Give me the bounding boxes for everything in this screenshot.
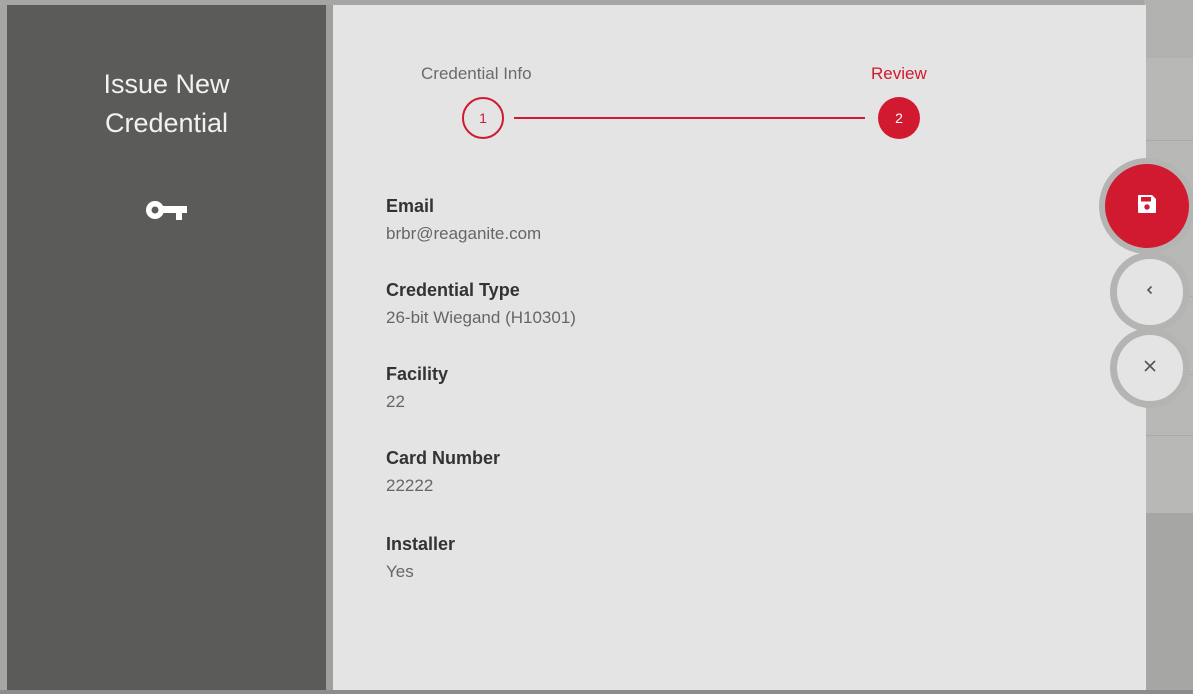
review-field-facility: Facility 22 [386,363,448,413]
step-circle-1[interactable]: 1 [462,97,504,139]
review-field-card-number: Card Number 22222 [386,447,500,497]
sidebar-edge [326,5,333,690]
field-label: Facility [386,364,449,384]
field-label: Email [386,196,435,216]
step-label-review[interactable]: Review [871,64,927,84]
review-panel: Credential Info 1 Review 2 Email brbr@re… [333,5,1146,690]
dialog-title: Issue New Credential [7,65,326,143]
key-icon [144,198,192,227]
field-value: 22 [386,392,405,411]
chevron-left-icon [1144,283,1156,301]
stepper: Credential Info 1 Review 2 [333,5,1146,155]
field-value: 22222 [386,476,434,495]
step-label-credential-info[interactable]: Credential Info [421,64,532,84]
dialog-sidebar: Issue New Credential [7,5,326,690]
bottom-edge [0,690,1193,694]
field-label: Card Number [386,448,501,468]
step-connector-line [514,117,865,119]
background-strip-top [1144,0,1193,58]
background-divider [1144,435,1193,436]
close-icon [1143,359,1157,378]
field-value: 26-bit Wiegand (H10301) [386,308,576,327]
back-button[interactable] [1110,252,1190,332]
field-label: Credential Type [386,280,520,300]
field-value: Yes [386,562,414,581]
review-field-installer: Installer Yes [386,533,455,583]
field-value: brbr@reaganite.com [386,224,542,243]
background-divider [1144,140,1193,141]
review-field-email: Email brbr@reaganite.com [386,195,541,245]
dialog-title-line-2: Credential [104,108,229,138]
step-circle-2[interactable]: 2 [878,97,920,139]
review-field-credential-type: Credential Type 26-bit Wiegand (H10301) [386,279,576,329]
field-label: Installer [386,534,456,554]
dialog-title-line-1: Issue New [103,69,230,99]
close-button[interactable] [1110,328,1190,408]
save-button[interactable] [1099,158,1193,254]
floppy-disk-icon [1137,194,1157,219]
